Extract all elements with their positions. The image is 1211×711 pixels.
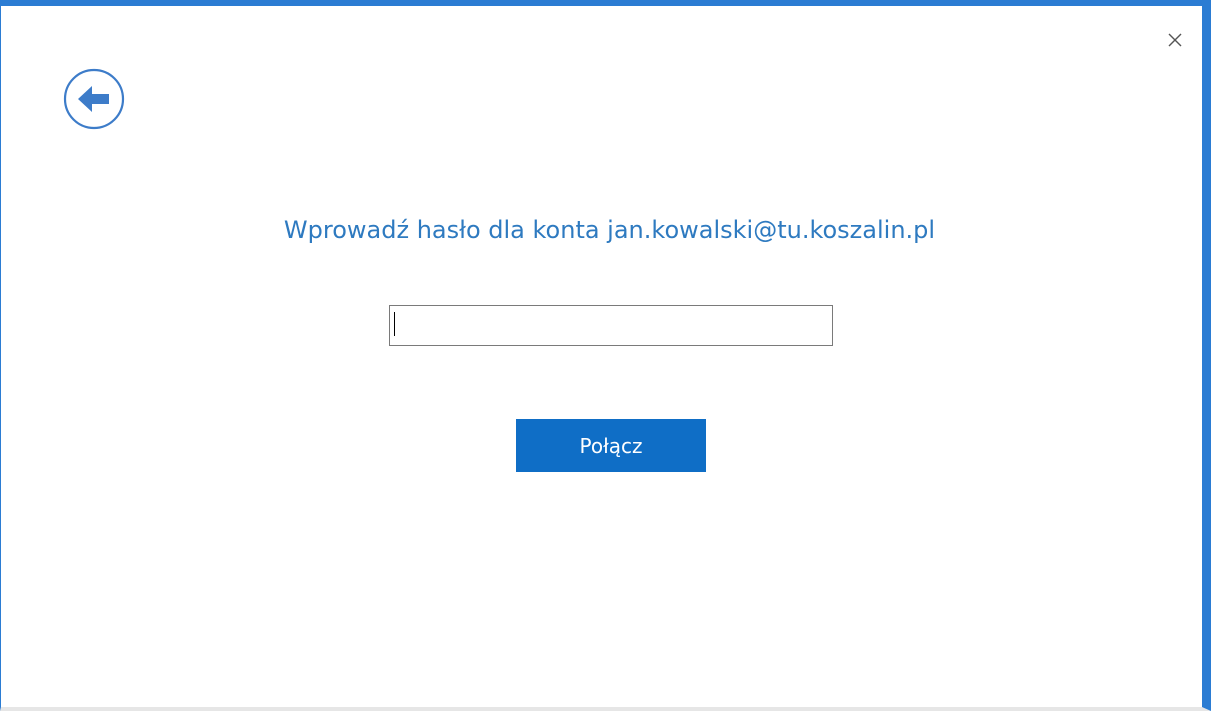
password-prompt-title: Wprowadź hasło dla konta jan.kowalski@tu… [283, 216, 936, 244]
login-dialog: Wprowadź hasło dla konta jan.kowalski@tu… [0, 0, 1211, 711]
password-input[interactable] [389, 305, 833, 346]
text-caret [394, 312, 395, 336]
close-button[interactable] [1163, 28, 1187, 52]
back-arrow-icon [63, 68, 125, 130]
close-icon [1168, 33, 1182, 47]
back-button[interactable] [63, 68, 125, 130]
connect-button[interactable]: Połącz [516, 419, 706, 472]
